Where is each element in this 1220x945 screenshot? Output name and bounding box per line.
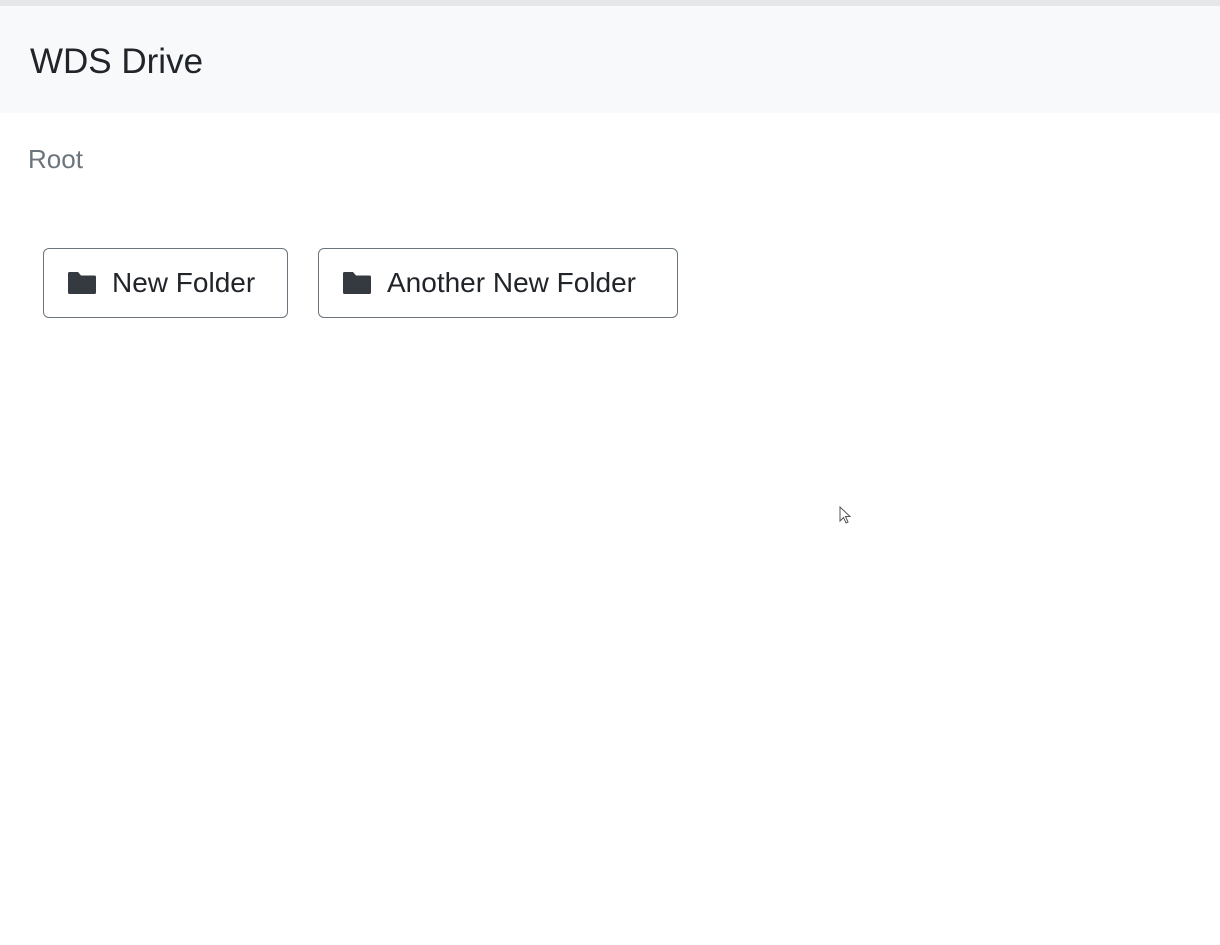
breadcrumb-item-root: Root <box>28 144 83 174</box>
folder-button-new-folder[interactable]: New Folder <box>43 248 288 318</box>
folder-name: New Folder <box>112 267 256 298</box>
folder-icon <box>66 270 98 296</box>
navbar: WDS Drive <box>0 6 1220 113</box>
folder-name: Another New Folder <box>387 267 637 298</box>
navbar-brand[interactable]: WDS Drive <box>30 42 203 82</box>
breadcrumb: Root <box>28 143 83 175</box>
mouse-cursor-icon <box>839 506 851 524</box>
folder-button-another-new-folder[interactable]: Another New Folder <box>318 248 678 318</box>
folder-icon <box>341 270 373 296</box>
